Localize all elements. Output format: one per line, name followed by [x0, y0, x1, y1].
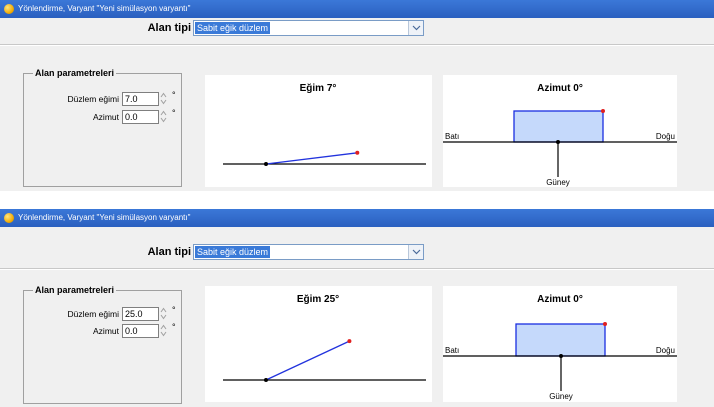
field-type-row: Alan tipi Sabit eğik düzlem — [0, 20, 714, 36]
spinner-up-icon[interactable] — [160, 110, 167, 116]
azimuth-row: Azimut 0.0 ° — [24, 108, 183, 124]
spinner-down-icon[interactable] — [160, 99, 167, 105]
field-type-value: Sabit eğik düzlem — [195, 246, 271, 258]
tilt-diagram: Eğim 7° — [205, 75, 432, 187]
azimuth-diagram: Azimut 0° Batı Doğu Güney — [443, 75, 677, 187]
compass-south: Güney — [546, 178, 570, 187]
tilt-input[interactable]: 7.0 — [122, 92, 159, 106]
plane-edge-point — [347, 339, 352, 344]
tilt-chart-title: Eğim 25° — [297, 294, 339, 305]
spinner-up-icon[interactable] — [160, 307, 167, 313]
field-type-select[interactable]: Sabit eğik düzlem — [193, 244, 424, 260]
plane-top-view — [515, 323, 606, 357]
tilt-unit: ° — [172, 305, 176, 315]
azimuth-chart-title: Azimut 0° — [537, 294, 583, 305]
orientation-dialog-2: Yönlendirme, Varyant "Yeni simülasyon va… — [0, 209, 714, 407]
tilt-spinner[interactable] — [160, 307, 167, 321]
tilt-input[interactable]: 25.0 — [122, 307, 159, 321]
pivot-point — [264, 162, 268, 166]
app-sun-icon — [4, 4, 14, 14]
azimuth-input[interactable]: 0.0 — [122, 110, 159, 124]
field-type-label: Alan tipi — [147, 246, 191, 258]
tilt-label: Düzlem eğimi — [67, 309, 120, 319]
group-title: Alan parametreleri — [33, 67, 117, 79]
window-title-bar[interactable]: Yönlendirme, Varyant "Yeni simülasyon va… — [0, 0, 714, 18]
window-title: Yönlendirme, Varyant "Yeni simülasyon va… — [18, 4, 191, 13]
tilt-row: Düzlem eğimi 7.0 ° — [24, 90, 183, 106]
field-parameters-group: Alan parametreleri Düzlem eğimi 7.0 ° Az… — [23, 67, 183, 187]
spinner-down-icon[interactable] — [160, 331, 167, 337]
azimuth-label: Azimut — [93, 326, 119, 336]
azimuth-spinner[interactable] — [160, 324, 167, 338]
tilt-chart-title: Eğim 7° — [300, 83, 337, 94]
plane-top-view — [513, 110, 604, 143]
field-type-row: Alan tipi Sabit eğik düzlem — [0, 244, 714, 260]
tilt-row: Düzlem eğimi 25.0 ° — [24, 305, 183, 321]
tilt-unit: ° — [172, 90, 176, 100]
compass-west: Batı — [445, 346, 459, 355]
tilted-plane-line — [265, 152, 358, 165]
field-type-select[interactable]: Sabit eğik düzlem — [193, 20, 424, 36]
plane-edge-point — [355, 150, 360, 155]
azimuth-row: Azimut 0.0 ° — [24, 322, 183, 338]
azimuth-input[interactable]: 0.0 — [122, 324, 159, 338]
window-title: Yönlendirme, Varyant "Yeni simülasyon va… — [18, 213, 191, 222]
compass-east: Doğu — [656, 346, 675, 355]
app-sun-icon — [4, 213, 14, 223]
field-type-label: Alan tipi — [147, 22, 191, 34]
tilt-label: Düzlem eğimi — [67, 94, 120, 104]
spinner-down-icon[interactable] — [160, 117, 167, 123]
azimuth-label: Azimut — [93, 112, 119, 122]
spinner-up-icon[interactable] — [160, 92, 167, 98]
field-parameters-group: Alan parametreleri Düzlem eğimi 25.0 ° A… — [23, 284, 183, 404]
azimuth-spinner[interactable] — [160, 110, 167, 124]
azimuth-chart-title: Azimut 0° — [537, 83, 583, 94]
spinner-down-icon[interactable] — [160, 314, 167, 320]
window-title-bar[interactable]: Yönlendirme, Varyant "Yeni simülasyon va… — [0, 209, 714, 227]
azimuth-center-point — [559, 354, 563, 358]
compass-south: Güney — [549, 392, 573, 401]
pivot-point — [264, 378, 268, 382]
compass-west: Batı — [445, 132, 459, 141]
azimuth-diagram: Azimut 0° Batı Doğu Güney — [443, 286, 677, 402]
tilted-plane-line — [265, 340, 350, 381]
group-title: Alan parametreleri — [33, 284, 117, 296]
plane-corner-point — [601, 109, 605, 113]
chevron-down-icon[interactable] — [408, 21, 423, 35]
azimuth-center-point — [556, 140, 560, 144]
chevron-down-icon[interactable] — [408, 245, 423, 259]
azimuth-unit: ° — [172, 108, 176, 118]
plane-corner-point — [603, 322, 607, 326]
compass-east: Doğu — [656, 132, 675, 141]
tilt-spinner[interactable] — [160, 92, 167, 106]
field-type-value: Sabit eğik düzlem — [195, 22, 271, 34]
azimuth-unit: ° — [172, 322, 176, 332]
orientation-dialog-1: Yönlendirme, Varyant "Yeni simülasyon va… — [0, 0, 714, 191]
spinner-up-icon[interactable] — [160, 324, 167, 330]
tilt-diagram: Eğim 25° — [205, 286, 432, 402]
